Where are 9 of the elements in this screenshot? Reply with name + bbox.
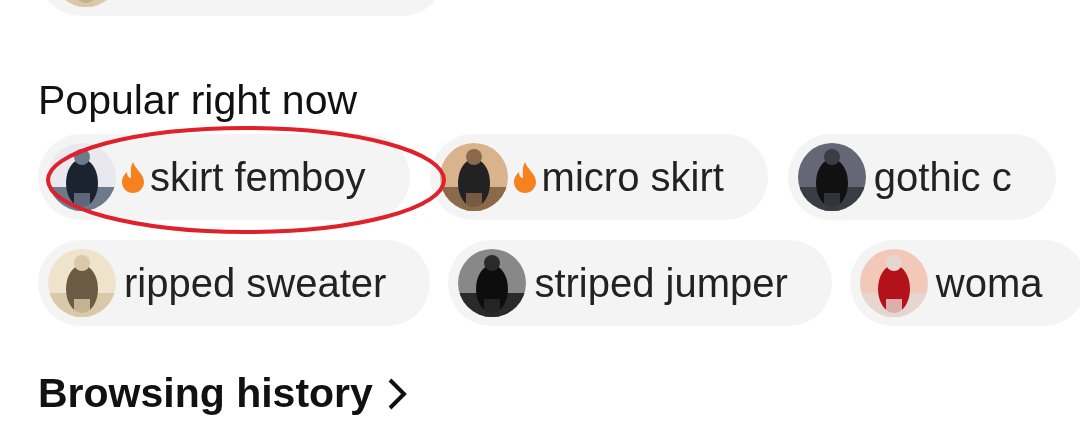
section-title[interactable]: Browsing history [38, 370, 373, 417]
search-chip[interactable]: skirt femboy [38, 134, 410, 220]
section-title: Popular right now [38, 76, 359, 124]
chevron-right-icon [386, 376, 407, 411]
search-chip[interactable]: gothic c [787, 134, 1056, 220]
search-chip[interactable]: woma [849, 240, 1080, 326]
search-chip[interactable]: striped jumper [448, 240, 832, 326]
search-chip[interactable]: ripped sweater [38, 240, 431, 326]
search-chip[interactable]: micro skirt [429, 134, 768, 220]
